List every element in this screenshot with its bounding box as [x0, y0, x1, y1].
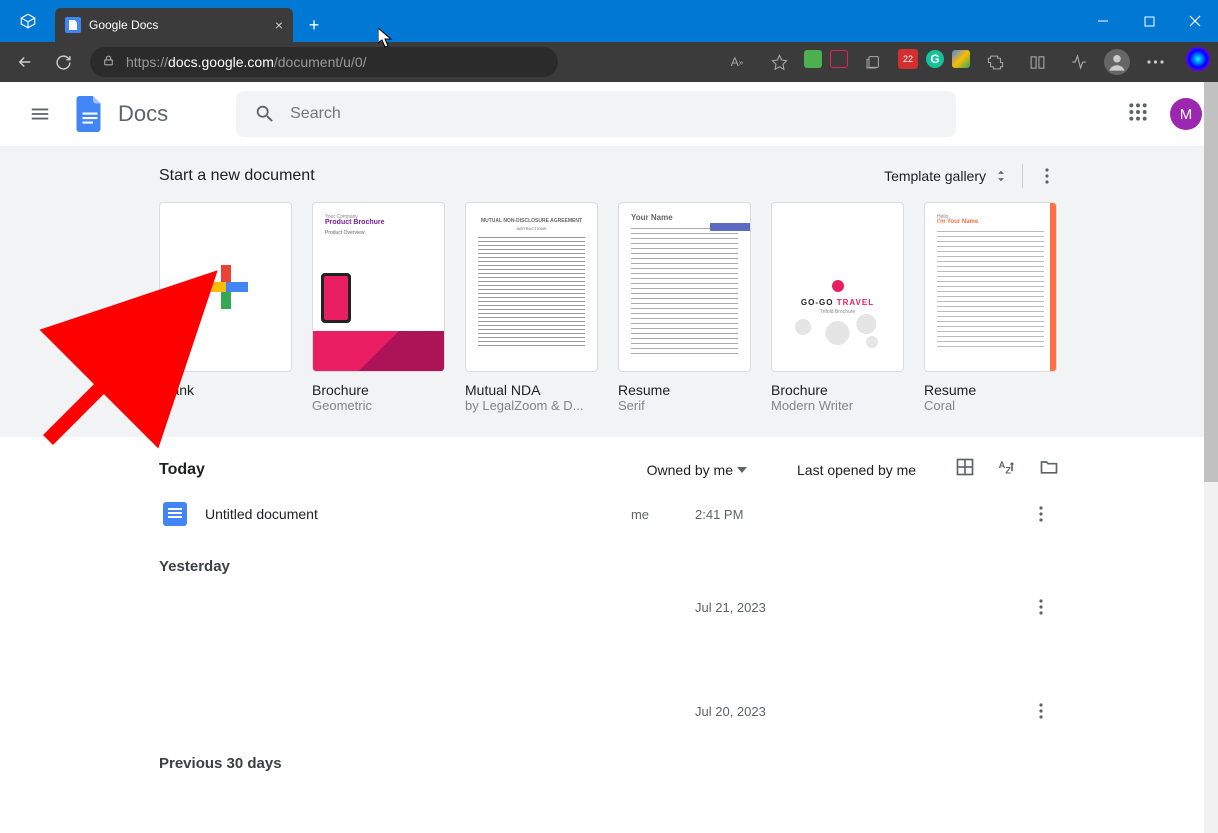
- document-date: Jul 21, 2023: [695, 600, 855, 615]
- dropdown-arrow-icon: [737, 467, 747, 473]
- template-thumb-blank[interactable]: [159, 202, 292, 372]
- template-sub: Modern Writer: [771, 398, 904, 413]
- template-name: Mutual NDA: [465, 382, 598, 398]
- template-card: Hello,I'm Your Name Resume Coral: [924, 202, 1057, 413]
- template-name: Resume: [924, 382, 1057, 398]
- owner-filter-label: Owned by me: [647, 462, 733, 478]
- browser-logo: [0, 0, 55, 42]
- scrollbar[interactable]: [1204, 82, 1218, 833]
- list-header: Today Owned by me Last opened by me AZ: [159, 457, 1059, 482]
- document-row[interactable]: Untitled document me 2:41 PM: [159, 490, 1059, 538]
- extension-screenshot-icon[interactable]: [830, 50, 848, 68]
- extension-color-icon[interactable]: [952, 50, 970, 68]
- template-thumb[interactable]: Hello,I'm Your Name: [924, 202, 1057, 372]
- refresh-button[interactable]: [46, 45, 80, 79]
- doc-file-icon: [163, 502, 187, 526]
- url-text: https://docs.google.com/document/u/0/: [126, 54, 367, 70]
- read-aloud-icon[interactable]: A»: [720, 45, 754, 79]
- templates-heading: Start a new document: [159, 167, 315, 185]
- document-row[interactable]: Jul 20, 2023: [159, 687, 1059, 735]
- template-gallery-label: Template gallery: [884, 168, 986, 184]
- address-bar[interactable]: https://docs.google.com/document/u/0/: [90, 47, 558, 77]
- template-sub: Coral: [924, 398, 1057, 413]
- document-date: Jul 20, 2023: [695, 704, 855, 719]
- svg-text:Z: Z: [1005, 466, 1011, 476]
- scrollbar-thumb[interactable]: [1204, 82, 1218, 482]
- divider: [1022, 164, 1023, 188]
- extension-green-icon[interactable]: [804, 50, 822, 68]
- google-apps-button[interactable]: [1128, 102, 1152, 126]
- template-thumb[interactable]: Your CompanyProduct BrochureProduct Over…: [312, 202, 445, 372]
- time-group-label: Yesterday: [159, 558, 1059, 575]
- app-title: Docs: [118, 101, 168, 127]
- unfold-icon: [992, 167, 1010, 185]
- owner-filter-dropdown[interactable]: Owned by me: [647, 462, 747, 478]
- more-menu-icon[interactable]: [1138, 45, 1172, 79]
- template-name: Brochure: [312, 382, 445, 398]
- template-card: Your CompanyProduct BrochureProduct Over…: [312, 202, 445, 413]
- template-name: Brochure: [771, 382, 904, 398]
- maximize-button[interactable]: [1126, 0, 1172, 42]
- search-icon: [254, 103, 276, 125]
- new-tab-button[interactable]: +: [299, 10, 329, 40]
- row-more-button[interactable]: [1027, 500, 1055, 528]
- documents-list: Today Owned by me Last opened by me AZ U…: [159, 437, 1059, 772]
- row-more-button[interactable]: [1027, 697, 1055, 725]
- back-button[interactable]: [8, 45, 42, 79]
- tab-title: Google Docs: [89, 18, 158, 32]
- template-name: Blank: [159, 382, 292, 398]
- extension-calendar-icon[interactable]: 22: [898, 49, 918, 69]
- time-group-label: Previous 30 days: [159, 755, 1059, 772]
- template-card: Your Name Resume Serif: [618, 202, 751, 413]
- sort-label[interactable]: Last opened by me: [797, 462, 927, 478]
- docs-header: Docs M: [0, 82, 1218, 146]
- browser-toolbar: https://docs.google.com/document/u/0/ A»…: [0, 42, 1218, 82]
- search-box[interactable]: [236, 91, 956, 137]
- tab-close-button[interactable]: ×: [275, 17, 283, 33]
- favorite-icon[interactable]: [762, 45, 796, 79]
- template-card: MUTUAL NON-DISCLOSURE AGREEMENTINSTRUCTI…: [465, 202, 598, 413]
- templates-section: Start a new document Template gallery Bl…: [0, 146, 1218, 437]
- minimize-button[interactable]: [1080, 0, 1126, 42]
- main-menu-button[interactable]: [16, 90, 64, 138]
- browser-tab[interactable]: Google Docs ×: [55, 8, 293, 42]
- template-sub: by LegalZoom & D...: [465, 398, 598, 413]
- sort-options-button[interactable]: AZ: [997, 457, 1017, 482]
- document-row[interactable]: Jul 21, 2023: [159, 583, 1059, 631]
- profile-icon[interactable]: [1104, 49, 1130, 75]
- collections-icon[interactable]: [856, 45, 890, 79]
- template-row: Blank Your CompanyProduct BrochureProduc…: [159, 202, 1059, 413]
- search-input[interactable]: [290, 105, 938, 123]
- document-date: 2:41 PM: [695, 507, 855, 522]
- time-group-label: Today: [159, 461, 205, 479]
- template-sub: Geometric: [312, 398, 445, 413]
- template-thumb[interactable]: MUTUAL NON-DISCLOSURE AGREEMENTINSTRUCTI…: [465, 202, 598, 372]
- close-window-button[interactable]: [1172, 0, 1218, 42]
- grid-view-button[interactable]: [955, 457, 975, 482]
- account-avatar[interactable]: M: [1170, 98, 1202, 130]
- bing-chat-icon[interactable]: [1186, 47, 1210, 71]
- templates-more-button[interactable]: [1035, 164, 1059, 188]
- performance-icon[interactable]: [1062, 45, 1096, 79]
- open-file-picker-button[interactable]: [1039, 457, 1059, 482]
- extension-grammarly-icon[interactable]: G: [926, 50, 944, 68]
- row-more-button[interactable]: [1027, 593, 1055, 621]
- document-owner: me: [585, 507, 695, 522]
- split-screen-icon[interactable]: [1020, 45, 1054, 79]
- template-thumb[interactable]: Your Name: [618, 202, 751, 372]
- template-card-blank: Blank: [159, 202, 292, 413]
- template-sub: Serif: [618, 398, 751, 413]
- document-name: Untitled document: [205, 506, 585, 522]
- plus-multicolor-icon: [204, 265, 248, 309]
- docs-logo-icon[interactable]: [72, 96, 108, 132]
- template-thumb[interactable]: GO-GO TRAVELTrifold Brochure: [771, 202, 904, 372]
- template-name: Resume: [618, 382, 751, 398]
- docs-favicon: [65, 17, 81, 33]
- template-card: GO-GO TRAVELTrifold Brochure Brochure Mo…: [771, 202, 904, 413]
- browser-titlebar: Google Docs × +: [0, 0, 1218, 42]
- extensions-menu-icon[interactable]: [978, 45, 1012, 79]
- window-controls: [1080, 0, 1218, 42]
- template-gallery-button[interactable]: Template gallery: [884, 167, 1010, 185]
- lock-icon: [102, 54, 116, 70]
